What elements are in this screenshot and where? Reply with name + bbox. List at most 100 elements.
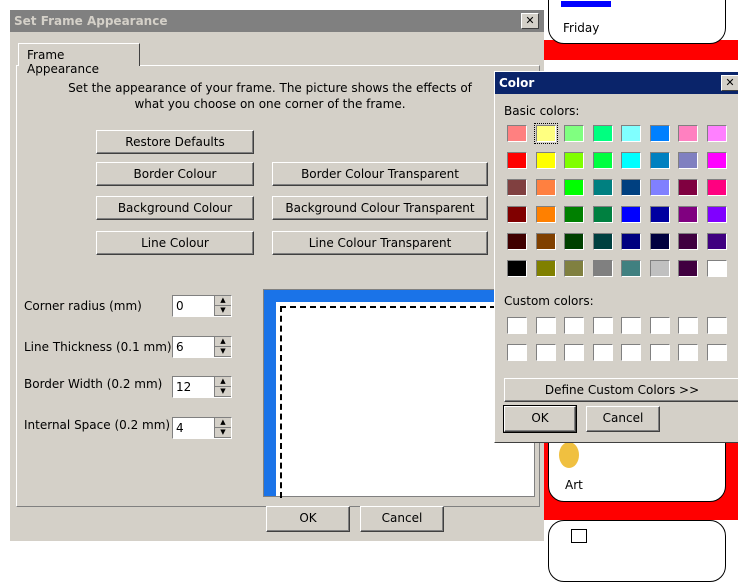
line-thickness-stepper[interactable]: 6 ▲ ▼ — [172, 336, 232, 358]
tab-frame-appearance[interactable]: Frame Appearance — [18, 43, 140, 76]
color-swatch[interactable] — [621, 260, 641, 277]
color-swatch[interactable] — [706, 179, 727, 196]
color-swatch[interactable] — [564, 152, 584, 169]
border-colour-button[interactable]: Border Colour — [96, 162, 254, 186]
corner-radius-stepper[interactable]: 0 ▲ ▼ — [172, 295, 232, 317]
color-swatch[interactable] — [678, 260, 698, 277]
border-width-stepper[interactable]: 12 ▲ ▼ — [172, 376, 232, 398]
ok-button[interactable]: OK — [266, 506, 350, 532]
color-swatch[interactable] — [507, 233, 527, 250]
close-icon[interactable]: ✕ — [721, 75, 738, 91]
chevron-up-icon[interactable]: ▲ — [215, 296, 231, 306]
color-cancel-button[interactable]: Cancel — [586, 406, 660, 432]
color-swatch[interactable] — [535, 260, 556, 277]
color-swatch[interactable] — [592, 125, 613, 142]
color-swatch[interactable] — [564, 179, 584, 196]
custom-color-swatch[interactable] — [592, 317, 613, 334]
color-swatch[interactable] — [592, 260, 613, 277]
color-swatch[interactable] — [678, 206, 698, 223]
color-swatch[interactable] — [706, 152, 727, 169]
custom-color-swatch[interactable] — [507, 317, 527, 334]
stepper-arrows[interactable]: ▲ ▼ — [214, 296, 231, 316]
color-ok-button[interactable]: OK — [503, 405, 577, 433]
custom-color-swatch[interactable] — [621, 317, 641, 334]
color-swatch[interactable] — [706, 206, 727, 223]
color-swatch[interactable] — [621, 206, 641, 223]
color-swatch[interactable] — [507, 206, 527, 223]
stepper-arrows[interactable]: ▲ ▼ — [214, 337, 231, 357]
custom-color-swatch[interactable] — [678, 344, 698, 361]
color-swatch[interactable] — [649, 179, 670, 196]
close-icon[interactable]: ✕ — [521, 13, 539, 29]
color-swatch[interactable] — [678, 179, 698, 196]
color-swatch[interactable] — [507, 179, 527, 196]
color-swatch[interactable] — [592, 233, 613, 250]
color-swatch[interactable] — [535, 179, 556, 196]
custom-color-swatch[interactable] — [621, 344, 641, 361]
line-colour-button[interactable]: Line Colour — [96, 231, 254, 255]
background-colour-transparent-button[interactable]: Background Colour Transparent — [272, 196, 488, 220]
chevron-down-icon[interactable]: ▼ — [215, 428, 231, 438]
color-swatch[interactable] — [621, 125, 641, 142]
color-swatch[interactable] — [535, 206, 556, 223]
color-swatch[interactable] — [507, 152, 527, 169]
card-friday[interactable]: Friday — [548, 0, 726, 44]
stepper-arrows[interactable]: ▲ ▼ — [214, 418, 231, 438]
custom-color-swatch[interactable] — [535, 317, 556, 334]
chevron-down-icon[interactable]: ▼ — [215, 387, 231, 397]
color-swatch[interactable] — [706, 125, 727, 142]
color-swatch[interactable] — [678, 125, 698, 142]
custom-color-swatch[interactable] — [592, 344, 613, 361]
color-swatch[interactable] — [592, 152, 613, 169]
color-swatch[interactable] — [706, 233, 727, 250]
cancel-button[interactable]: Cancel — [360, 506, 444, 532]
color-swatch[interactable] — [678, 233, 698, 250]
line-colour-transparent-button[interactable]: Line Colour Transparent — [272, 231, 488, 255]
color-swatch[interactable] — [621, 233, 641, 250]
custom-color-swatch[interactable] — [649, 344, 670, 361]
stepper-arrows[interactable]: ▲ ▼ — [214, 377, 231, 397]
color-swatch[interactable] — [649, 233, 670, 250]
restore-defaults-button[interactable]: Restore Defaults — [96, 130, 254, 154]
color-swatch[interactable] — [649, 206, 670, 223]
color-swatch[interactable] — [535, 233, 556, 250]
color-swatch[interactable] — [564, 125, 584, 142]
color-swatch[interactable] — [507, 260, 527, 277]
chevron-up-icon[interactable]: ▲ — [215, 418, 231, 428]
chevron-up-icon[interactable]: ▲ — [215, 377, 231, 387]
color-swatch[interactable] — [649, 260, 670, 277]
color-swatch[interactable] — [649, 152, 670, 169]
custom-color-swatch[interactable] — [535, 344, 556, 361]
color-swatch[interactable] — [621, 152, 641, 169]
chevron-up-icon[interactable]: ▲ — [215, 337, 231, 347]
color-swatch[interactable] — [564, 206, 584, 223]
define-custom-colors-button[interactable]: Define Custom Colors >> — [504, 378, 738, 402]
custom-color-swatch[interactable] — [706, 317, 727, 334]
custom-color-swatch[interactable] — [564, 317, 584, 334]
chevron-down-icon[interactable]: ▼ — [215, 347, 231, 357]
card-partial[interactable] — [548, 520, 726, 582]
color-swatch[interactable] — [507, 125, 527, 142]
border-colour-transparent-button[interactable]: Border Colour Transparent — [272, 162, 488, 186]
color-swatch[interactable] — [533, 123, 558, 144]
color-swatch[interactable] — [649, 125, 670, 142]
card-color-bar — [561, 1, 611, 7]
color-titlebar[interactable]: Color ✕ — [495, 72, 738, 94]
custom-color-swatch[interactable] — [706, 344, 727, 361]
dialog-titlebar[interactable]: Set Frame Appearance ✕ — [10, 10, 544, 32]
background-colour-button[interactable]: Background Colour — [96, 196, 254, 220]
color-swatch[interactable] — [535, 152, 556, 169]
chevron-down-icon[interactable]: ▼ — [215, 306, 231, 316]
custom-color-swatch[interactable] — [564, 344, 584, 361]
custom-color-swatch[interactable] — [678, 317, 698, 334]
color-swatch[interactable] — [592, 206, 613, 223]
color-swatch[interactable] — [621, 179, 641, 196]
color-swatch[interactable] — [592, 179, 613, 196]
color-swatch[interactable] — [678, 152, 698, 169]
color-swatch[interactable] — [564, 233, 584, 250]
color-swatch[interactable] — [706, 260, 727, 277]
internal-space-stepper[interactable]: 4 ▲ ▼ — [172, 417, 232, 439]
custom-color-swatch[interactable] — [507, 344, 527, 361]
custom-color-swatch[interactable] — [649, 317, 670, 334]
color-swatch[interactable] — [564, 260, 584, 277]
